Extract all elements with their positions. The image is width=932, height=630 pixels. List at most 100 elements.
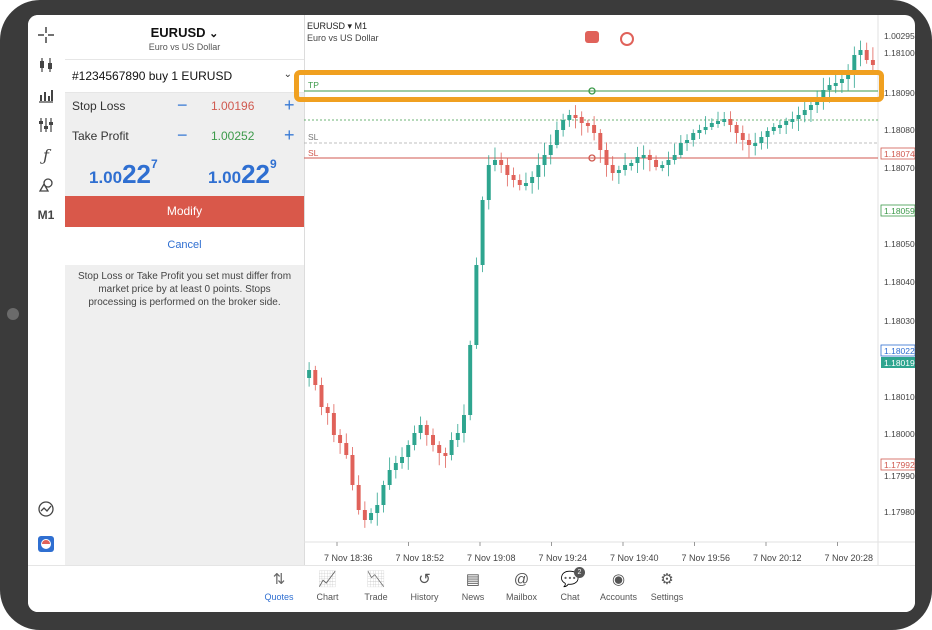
cancel-button[interactable]: Cancel xyxy=(65,239,304,251)
indicators-icon[interactable] xyxy=(34,113,58,137)
candle-body xyxy=(623,165,628,170)
time-axis-label: 7 Nov 18:52 xyxy=(396,553,445,563)
take-profit-row: Take Profit − 1.00252 + xyxy=(65,121,304,151)
candle-body xyxy=(505,165,510,175)
app-screen: ƒ M1 EURUSD ⌄ Euro vs US Dollar #1234567… xyxy=(28,15,915,612)
chevron-down-icon: ⌄ xyxy=(209,28,219,40)
stop-loss-row: Stop Loss − 1.00196 + xyxy=(65,91,304,121)
candle-body xyxy=(375,505,380,513)
sl-label: SL xyxy=(308,148,319,158)
candle-body xyxy=(790,119,795,122)
candle-body xyxy=(344,443,349,455)
camera-dot xyxy=(7,308,19,320)
modify-button[interactable]: Modify xyxy=(65,196,304,227)
nav-label: Accounts xyxy=(599,592,638,602)
candle-body xyxy=(598,133,603,150)
cancel-area: Cancel xyxy=(65,227,304,265)
nav-trade[interactable]: 📉 Trade xyxy=(351,570,401,602)
candle-body xyxy=(462,415,466,433)
price-axis-label: 1.18022 xyxy=(884,346,915,356)
accounts-icon: ◉ xyxy=(611,571,626,588)
price-axis-label: 1.18090 xyxy=(884,88,915,98)
stops-note: Stop Loss or Take Profit you set must di… xyxy=(77,271,292,308)
price-axis-label: 1.18059 xyxy=(884,206,915,216)
candle-body xyxy=(777,125,782,128)
bid-price: 1.00227 xyxy=(89,157,158,189)
nav-label: Chart xyxy=(316,592,339,602)
bars-indicator-icon[interactable] xyxy=(34,83,58,107)
order-selector[interactable]: #1234567890 buy 1 EURUSD ⌄ xyxy=(65,59,304,93)
candle-body xyxy=(517,180,522,185)
nav-settings[interactable]: ⚙ Settings xyxy=(642,570,692,602)
candle-body xyxy=(697,130,702,133)
candles-icon[interactable] xyxy=(34,53,58,77)
candle-body xyxy=(691,133,696,140)
nav-label: Settings xyxy=(650,592,684,602)
take-profit-value[interactable]: 1.00252 xyxy=(211,129,254,143)
candle-body xyxy=(536,165,541,177)
candle-body xyxy=(796,115,801,119)
candle-body xyxy=(678,143,683,155)
chevron-down-icon: ⌄ xyxy=(283,69,292,80)
candle-body xyxy=(369,513,374,520)
nav-label: Quotes xyxy=(264,592,294,602)
candle-body xyxy=(610,165,615,173)
candle-body xyxy=(647,155,652,160)
candle-body xyxy=(486,165,491,200)
stop-loss-value[interactable]: 1.00196 xyxy=(211,99,254,113)
time-axis-label: 7 Nov 19:08 xyxy=(467,553,516,563)
candle-body xyxy=(455,433,460,440)
candle-body xyxy=(641,155,646,158)
candle-body xyxy=(437,445,442,453)
candle-body xyxy=(870,60,875,65)
candle-body xyxy=(734,125,739,133)
stop-loss-minus-button[interactable]: − xyxy=(177,95,188,116)
candle-body xyxy=(350,455,355,485)
candle-body xyxy=(387,470,392,485)
nav-history[interactable]: ↺ History xyxy=(400,570,450,602)
candle-body xyxy=(499,160,504,165)
chat-icon: 💬 2 xyxy=(545,567,595,590)
price-axis-label: 1.17990 xyxy=(884,471,915,481)
function-icon[interactable]: ƒ xyxy=(34,143,58,167)
candle-body xyxy=(356,485,361,510)
stop-loss-plus-button[interactable]: + xyxy=(284,95,295,116)
candle-body xyxy=(654,160,659,167)
app-logo-icon[interactable] xyxy=(34,532,58,556)
crosshair-icon[interactable] xyxy=(34,23,58,47)
candle-body xyxy=(604,150,609,165)
time-axis-label: 7 Nov 20:12 xyxy=(753,553,802,563)
candle-body xyxy=(740,133,745,140)
candle-body xyxy=(362,510,367,520)
timeframe-button[interactable]: M1 xyxy=(34,203,58,227)
left-toolbar: ƒ M1 xyxy=(28,15,66,565)
chart-icon: 📈 xyxy=(318,571,337,588)
candle-body xyxy=(585,123,590,126)
candle-body xyxy=(858,50,863,55)
signals-icon[interactable] xyxy=(34,497,58,521)
nav-accounts[interactable]: ◉ Accounts xyxy=(594,570,644,602)
stop-loss-label: Stop Loss xyxy=(72,99,126,113)
nav-quotes[interactable]: ⇅ Quotes xyxy=(254,570,304,602)
price-axis-label: 1.17992 xyxy=(884,460,915,470)
symbol-header[interactable]: EURUSD ⌄ Euro vs US Dollar xyxy=(65,15,304,59)
candle-body xyxy=(629,163,634,166)
objects-icon[interactable] xyxy=(34,173,58,197)
candle-body xyxy=(424,425,429,435)
nav-chart[interactable]: 📈 Chart xyxy=(303,570,353,602)
nav-news[interactable]: ▤ News xyxy=(448,570,498,602)
candle-body xyxy=(431,435,435,445)
take-profit-minus-button[interactable]: − xyxy=(177,125,188,146)
symbol-title[interactable]: EURUSD ⌄ xyxy=(65,25,304,40)
candle-body xyxy=(660,165,665,168)
price-axis-label: 1.18000 xyxy=(884,429,915,439)
nav-mailbox[interactable]: @ Mailbox xyxy=(497,570,547,602)
price-axis-label: 1.17980 xyxy=(884,507,915,517)
candle-body xyxy=(765,131,770,137)
candle-body xyxy=(400,457,405,463)
nav-chat[interactable]: 💬 2 Chat xyxy=(545,567,595,602)
quotes-icon: ⇅ xyxy=(272,571,286,588)
order-label: #1234567890 buy 1 EURUSD xyxy=(72,69,233,83)
take-profit-plus-button[interactable]: + xyxy=(284,125,295,146)
candle-body xyxy=(449,440,454,455)
